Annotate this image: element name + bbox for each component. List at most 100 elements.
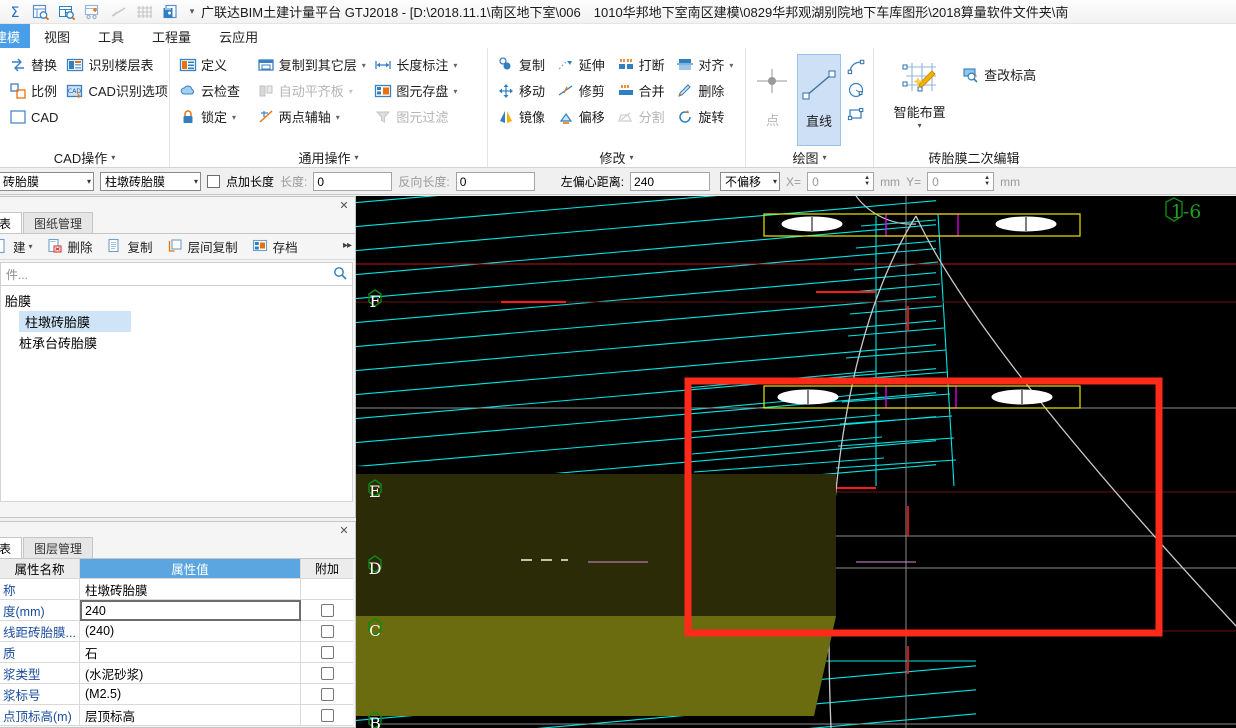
grid-marker[interactable]: B bbox=[368, 711, 382, 728]
toolbar-more-icon[interactable]: ▸▸ bbox=[343, 240, 352, 251]
table-row[interactable]: 点顶标高(m) 层顶标高 bbox=[0, 705, 353, 726]
grid-marker[interactable]: D bbox=[368, 555, 382, 578]
ribbon-group-cad-operations-title[interactable]: CAD操作 ▾ bbox=[6, 146, 163, 167]
tree-node-brick-mold[interactable]: 胎膜 bbox=[1, 290, 352, 311]
additional-checkbox[interactable] bbox=[320, 666, 334, 680]
ribbon-item-delete[interactable]: 删除 bbox=[673, 78, 739, 104]
panel-close-icon[interactable]: ✕ bbox=[337, 198, 351, 212]
x-input[interactable]: 0 ▲ ▼ bbox=[807, 172, 875, 191]
tab-modeling[interactable]: 建模 bbox=[0, 24, 31, 48]
properties-tab-layer-management[interactable]: 图层管理 bbox=[23, 537, 94, 558]
ribbon-item-break[interactable]: 打断 bbox=[614, 52, 674, 78]
table-row[interactable]: 线距砖胎膜... (240) bbox=[0, 621, 353, 642]
search-icon[interactable] bbox=[333, 266, 347, 283]
report-search-icon[interactable] bbox=[29, 2, 53, 22]
component-search-box[interactable]: 件... bbox=[0, 262, 353, 286]
property-value[interactable]: 层顶标高 bbox=[80, 705, 301, 725]
ribbon-item-replace[interactable]: 替换 bbox=[6, 52, 63, 78]
toolbar-archive-button[interactable]: 存档 bbox=[246, 235, 304, 259]
ribbon-item-move[interactable]: 移动 bbox=[494, 78, 554, 104]
tree-node-column-pier-brick-mold[interactable]: 柱墩砖胎膜 bbox=[19, 311, 131, 332]
ribbon-item-extend[interactable]: 延伸 bbox=[554, 52, 614, 78]
ribbon-item-define[interactable]: 定义 bbox=[176, 52, 254, 78]
table-search-icon[interactable] bbox=[55, 2, 79, 22]
point-add-length-checkbox[interactable] bbox=[207, 175, 220, 188]
ribbon-item-offset[interactable]: 偏移 bbox=[554, 104, 614, 130]
ribbon-item-recognize-floor-table[interactable]: 识别楼层表 bbox=[63, 52, 163, 78]
ribbon-item-rotate[interactable]: 旋转 bbox=[673, 104, 739, 130]
tab-view[interactable]: 视图 bbox=[30, 24, 84, 48]
ribbon-item-element-save[interactable]: 图元存盘 ▾ bbox=[371, 78, 481, 104]
quick-access-dropdown-icon[interactable]: ▾ bbox=[185, 6, 199, 17]
table-row[interactable]: 度(mm) 240 bbox=[0, 600, 353, 621]
additional-checkbox[interactable] bbox=[320, 708, 334, 722]
length-input[interactable]: 0 bbox=[313, 172, 393, 191]
offset-mode-combo[interactable]: 不偏移 ▾ bbox=[720, 172, 781, 191]
ribbon-item-copy[interactable]: 复制 bbox=[494, 52, 554, 78]
ribbon-item-mirror[interactable]: 镜像 bbox=[494, 104, 554, 130]
ribbon-item-scale[interactable]: 比例 bbox=[6, 78, 63, 104]
component-tree[interactable]: 胎膜 柱墩砖胎膜 桩承台砖胎膜 bbox=[0, 286, 353, 502]
additional-checkbox[interactable] bbox=[320, 624, 334, 638]
properties-tab-property-list[interactable]: 表 bbox=[0, 537, 23, 558]
ribbon-item-length-dimension[interactable]: 长度标注 ▾ bbox=[371, 52, 481, 78]
draw-tool-arc[interactable] bbox=[845, 56, 867, 78]
ribbon-group-general-operations-title[interactable]: 通用操作 ▾ bbox=[176, 146, 481, 167]
additional-checkbox[interactable] bbox=[320, 603, 334, 617]
tab-quantity[interactable]: 工程量 bbox=[138, 24, 205, 48]
tab-cloud-apps[interactable]: 云应用 bbox=[205, 24, 272, 48]
ribbon-item-merge[interactable]: 合并 bbox=[614, 78, 674, 104]
property-value-thickness[interactable]: 240 bbox=[80, 600, 301, 621]
ribbon-item-cad-recognize-options[interactable]: CAD CAD识别选项 bbox=[63, 78, 168, 104]
selected-element-brick-mold[interactable] bbox=[356, 474, 836, 716]
tab-tools[interactable]: 工具 bbox=[84, 24, 138, 48]
property-value[interactable]: 石 bbox=[80, 642, 301, 662]
property-value[interactable]: (水泥砂浆) bbox=[80, 663, 301, 683]
sigma-icon[interactable]: Σ bbox=[3, 2, 27, 22]
additional-checkbox[interactable] bbox=[320, 687, 334, 701]
toolbar-layer-copy-button[interactable]: 层间复制 bbox=[161, 235, 244, 259]
y-input[interactable]: 0 ▲ ▼ bbox=[927, 172, 995, 191]
additional-checkbox[interactable] bbox=[320, 645, 334, 659]
left-eccentric-input[interactable]: 240 bbox=[630, 172, 711, 191]
property-value[interactable]: (240) bbox=[80, 621, 301, 641]
draw-tool-point[interactable]: 点 bbox=[752, 54, 793, 146]
spinner-arrows-icon[interactable]: ▲ ▼ bbox=[984, 175, 992, 187]
table-row[interactable]: 质 石 bbox=[0, 642, 353, 663]
toolbar-new-button[interactable]: 建 ▾ bbox=[0, 235, 39, 259]
tree-node-pile-cap-brick-mold[interactable]: 桩承台砖胎膜 bbox=[1, 332, 352, 353]
table-row[interactable]: 称 柱墩砖胎膜 bbox=[0, 579, 353, 600]
ribbon-item-check-elevation[interactable]: 查改标高 bbox=[959, 62, 1068, 88]
ribbon-item-cad[interactable]: CAD bbox=[6, 104, 63, 130]
grid-marker[interactable]: E bbox=[368, 479, 382, 501]
component-name-combo[interactable]: 柱墩砖胎膜 ▾ bbox=[100, 172, 201, 191]
ribbon-item-copy-to-other-floor[interactable]: 复制到其它层 ▾ bbox=[254, 52, 372, 78]
reverse-length-input[interactable]: 0 bbox=[455, 172, 535, 191]
spinner-arrows-icon[interactable]: ▲ ▼ bbox=[864, 175, 872, 187]
chevron-down-icon[interactable]: ▾ bbox=[918, 121, 922, 130]
draw-tool-circle[interactable] bbox=[845, 78, 867, 102]
draw-tool-rect[interactable] bbox=[845, 102, 867, 126]
navigator-tab-component-list[interactable]: 表 bbox=[0, 212, 23, 233]
smart-layout-button[interactable]: 智能布置 ▾ bbox=[880, 54, 959, 146]
ribbon-item-two-point-axis[interactable]: 两点辅轴 ▾ bbox=[254, 104, 372, 130]
draw-tool-line[interactable]: 直线 bbox=[796, 54, 841, 146]
toolbar-delete-button[interactable]: 删除 bbox=[41, 235, 99, 259]
cad-drawing[interactable]: F E D C B 1-6 bbox=[356, 196, 1236, 728]
ribbon-group-drawing-title[interactable]: 绘图 ▾ bbox=[752, 146, 867, 167]
ribbon-item-trim[interactable]: 修剪 bbox=[554, 78, 614, 104]
panel-close-icon[interactable]: ✕ bbox=[337, 523, 351, 537]
component-type-combo[interactable]: 砖胎膜 ▾ bbox=[0, 172, 94, 191]
grid-marker[interactable]: C bbox=[368, 618, 382, 640]
toolbar-copy-button[interactable]: 复制 bbox=[101, 235, 159, 259]
property-value[interactable]: 柱墩砖胎膜 bbox=[80, 579, 301, 599]
cad-viewport[interactable]: F E D C B 1-6 bbox=[356, 196, 1236, 728]
ribbon-item-cloud-check[interactable]: 云检查 bbox=[176, 78, 254, 104]
grid-marker[interactable]: F bbox=[368, 289, 382, 311]
add-file-icon[interactable] bbox=[159, 2, 183, 22]
ribbon-group-modify-title[interactable]: 修改 ▾ bbox=[494, 146, 739, 167]
ribbon-item-lock[interactable]: 锁定 ▾ bbox=[176, 104, 254, 130]
ribbon-item-align[interactable]: 对齐 ▾ bbox=[673, 52, 739, 78]
property-value[interactable]: (M2.5) bbox=[80, 684, 301, 704]
navigator-tab-drawing-management[interactable]: 图纸管理 bbox=[23, 212, 94, 233]
